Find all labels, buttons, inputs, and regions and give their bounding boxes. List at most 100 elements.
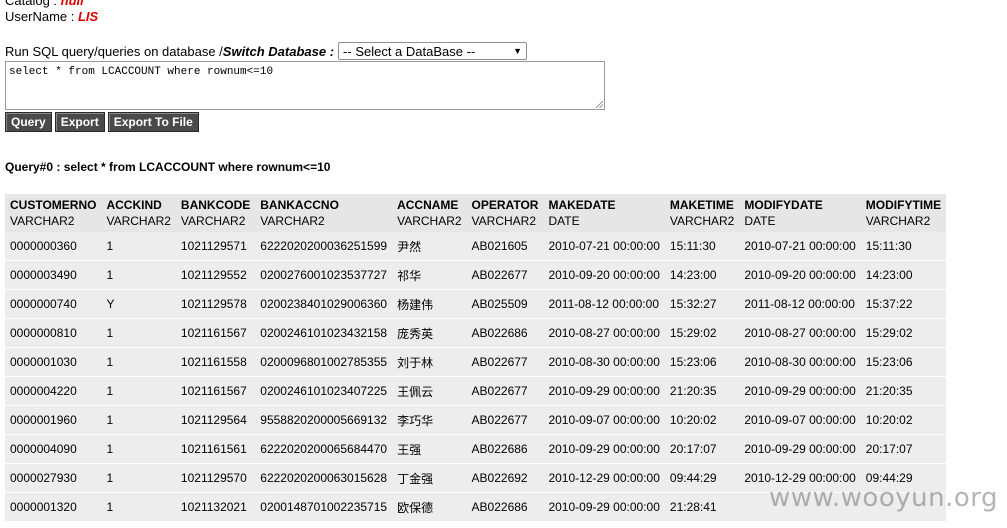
table-cell: 2011-08-12 00:00:00 — [543, 289, 665, 319]
column-header: ACCNAME VARCHAR2 — [392, 194, 467, 232]
table-cell: 14:23:00 — [860, 260, 947, 290]
table-cell: 1 — [101, 463, 176, 493]
table-cell: 1 — [101, 318, 176, 348]
table-cell: 王佩云 — [392, 376, 467, 406]
table-cell: 1021129552 — [175, 260, 256, 290]
table-cell: 李巧华 — [392, 405, 467, 435]
table-cell: 14:23:00 — [664, 260, 740, 290]
table-cell: 2010-08-30 00:00:00 — [543, 347, 665, 377]
table-cell: 庞秀英 — [392, 318, 467, 348]
table-cell: 2010-09-20 00:00:00 — [543, 260, 665, 290]
dropdown-arrow-icon: ▼ — [513, 46, 523, 56]
table-cell: 1 — [101, 376, 176, 406]
table-cell: 10:20:02 — [664, 405, 740, 435]
table-row: 0000000810 1 1021161567 0200246101023432158… — [5, 318, 947, 348]
column-type: VARCHAR2 — [669, 214, 735, 228]
switch-database-label: Switch Database : — [222, 43, 335, 59]
column-header: MAKETIME VARCHAR2 — [664, 194, 740, 232]
table-cell: 09:44:29 — [664, 463, 740, 493]
table-cell: 0200246101023432158 — [255, 318, 393, 348]
table-cell: 15:32:27 — [664, 289, 740, 319]
catalog-info: Catalog : null — [5, 0, 84, 9]
table-cell: 2010-09-29 00:00:00 — [543, 492, 665, 522]
catalog-label: Catalog : — [5, 0, 61, 8]
table-cell: 0000004220 — [5, 376, 102, 406]
resize-grip-icon[interactable] — [596, 101, 603, 108]
table-cell: AB022686 — [466, 434, 544, 464]
table-row: 0000003490 1 1021129552 0200276001023537727… — [5, 260, 947, 290]
table-cell: 15:37:22 — [860, 289, 947, 319]
username-info: UserName : LIS — [5, 9, 98, 25]
sql-prompt-bar: Run SQL query/queries on database / Swit… — [5, 42, 528, 60]
table-row: 0000001320 1 1021132021 0200148701002235715… — [5, 492, 947, 522]
username-value: LIS — [77, 9, 99, 24]
column-name: MAKETIME — [669, 198, 734, 212]
table-cell: 1 — [101, 434, 176, 464]
table-header-row: CUSTOMERNO VARCHAR2 ACCKIND VARCHAR2 BANKCOD… — [5, 194, 947, 232]
results-table: CUSTOMERNO VARCHAR2 ACCKIND VARCHAR2 BANKCOD… — [5, 194, 947, 522]
export-to-file-button[interactable]: Export To File — [107, 112, 199, 132]
table-cell: AB022692 — [466, 463, 544, 493]
table-cell: 15:29:02 — [860, 318, 947, 348]
query-button[interactable]: Query — [5, 112, 52, 132]
table-cell: 1021129570 — [175, 463, 256, 493]
table-cell: 2010-08-30 00:00:00 — [739, 347, 861, 377]
table-cell: 0200148701002235715 — [255, 492, 393, 522]
database-select[interactable]: -- Select a DataBase -- ▼ — [338, 42, 528, 60]
column-header: BANKACCNO VARCHAR2 — [255, 194, 393, 232]
table-cell: 2010-08-27 00:00:00 — [543, 318, 665, 348]
column-type: VARCHAR2 — [471, 214, 537, 228]
table-cell: 6222020200063015628 — [255, 463, 393, 493]
table-cell: 2010-09-29 00:00:00 — [739, 376, 861, 406]
username-label: UserName : — [5, 9, 78, 24]
table-cell: 欧保德 — [392, 492, 467, 522]
table-cell: 1 — [101, 260, 176, 290]
table-cell: 2010-09-07 00:00:00 — [739, 405, 861, 435]
table-cell: 6222020200065684470 — [255, 434, 393, 464]
table-cell: 刘于林 — [392, 347, 467, 377]
table-cell: 21:20:35 — [664, 376, 740, 406]
table-cell: 1021132021 — [175, 492, 256, 522]
table-cell: 2010-07-21 00:00:00 — [543, 232, 665, 261]
table-cell: 2010-09-29 00:00:00 — [543, 434, 665, 464]
table-cell: 0000001030 — [5, 347, 102, 377]
table-cell: 祁华 — [392, 260, 467, 290]
table-cell: 尹然 — [392, 232, 467, 261]
table-cell: 0200096801002785355 — [255, 347, 393, 377]
table-cell: 10:20:02 — [860, 405, 947, 435]
table-cell: 1021161567 — [175, 318, 256, 348]
column-name: MODIFYDATE — [744, 198, 823, 212]
table-cell: 1021161561 — [175, 434, 256, 464]
table-row: 0000004090 1 1021161561 6222020200065684470… — [5, 434, 947, 464]
export-button[interactable]: Export — [54, 112, 105, 132]
sql-query-textarea[interactable]: select * from LCACCOUNT where rownum<=10 — [5, 61, 605, 110]
column-name: MAKEDATE — [548, 198, 616, 212]
table-cell: 21:28:41 — [664, 492, 740, 522]
table-cell: 1021129578 — [175, 289, 256, 319]
column-name: ACCNAME — [397, 198, 459, 212]
table-cell: 2010-08-27 00:00:00 — [739, 318, 861, 348]
table-cell: 0000004090 — [5, 434, 102, 464]
table-cell: 0000001320 — [5, 492, 102, 522]
table-cell: 0000003490 — [5, 260, 102, 290]
column-type: VARCHAR2 — [180, 214, 246, 228]
table-cell: 2010-07-21 00:00:00 — [739, 232, 861, 261]
table-cell: 2011-08-12 00:00:00 — [739, 289, 861, 319]
table-cell: 丁金强 — [392, 463, 467, 493]
column-header: ACCKIND VARCHAR2 — [101, 194, 176, 232]
column-header: MAKEDATE DATE — [543, 194, 665, 232]
table-cell: 1 — [101, 232, 176, 261]
table-cell: 20:17:07 — [860, 434, 947, 464]
table-cell: 1 — [101, 405, 176, 435]
column-name: BANKCODE — [180, 198, 251, 212]
column-header: BANKCODE VARCHAR2 — [175, 194, 256, 232]
table-cell: 15:11:30 — [664, 232, 740, 261]
table-cell: 0200246101023407225 — [255, 376, 393, 406]
table-cell: AB022677 — [466, 260, 544, 290]
table-cell: 2010-12-29 00:00:00 — [543, 463, 665, 493]
table-cell: 15:29:02 — [664, 318, 740, 348]
column-name: ACCKIND — [106, 198, 162, 212]
table-cell — [860, 492, 947, 522]
column-type: DATE — [744, 214, 776, 228]
table-cell: 9558820200005669132 — [255, 405, 393, 435]
